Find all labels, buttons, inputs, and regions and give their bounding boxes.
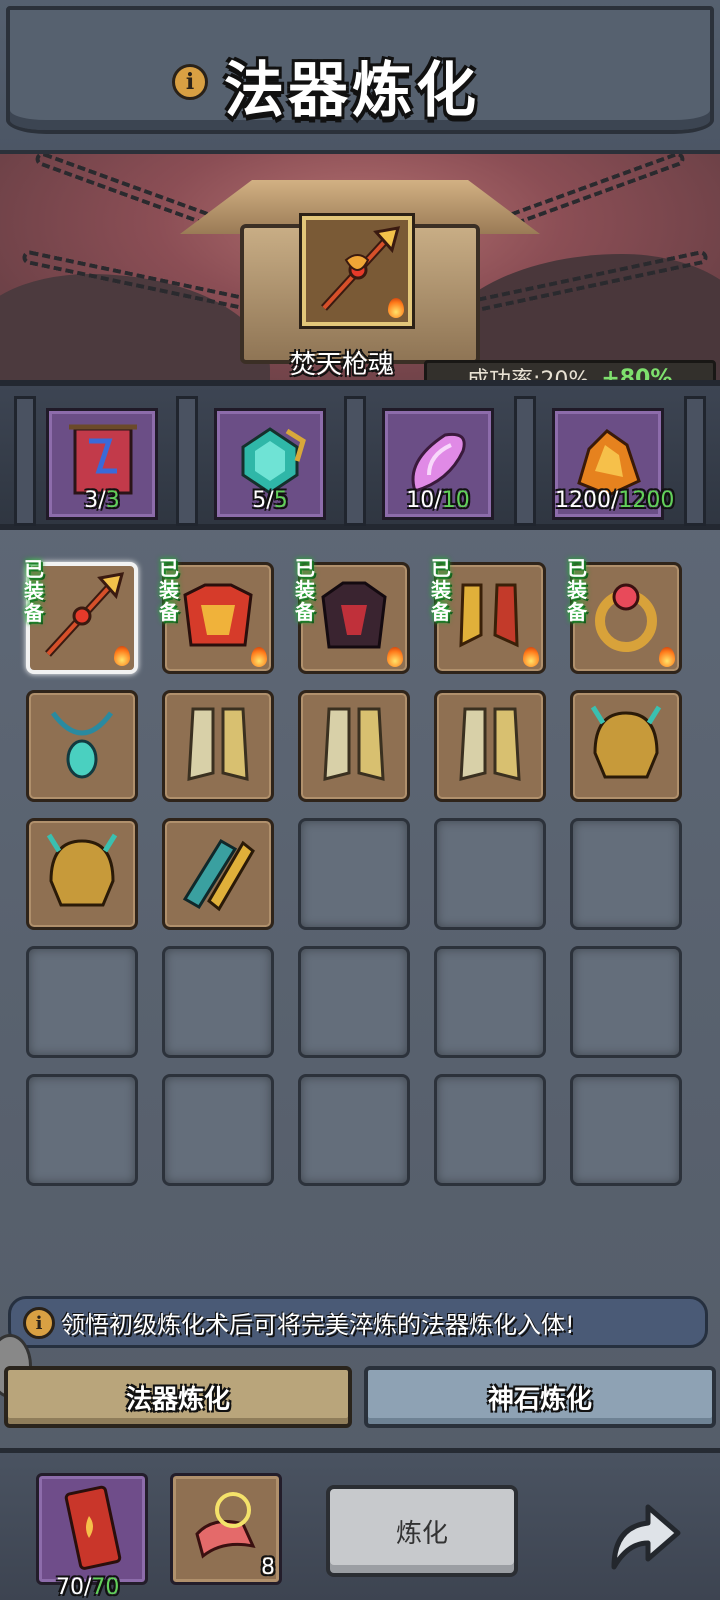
- bottom-bar: 70/70 8 炼化: [0, 1448, 720, 1600]
- fire-element-icon: [523, 647, 539, 667]
- helmet-icon: [590, 705, 662, 779]
- inventory-slot-empty[interactable]: [298, 946, 410, 1058]
- fire-element-icon: [251, 647, 267, 667]
- success-rate: 成功率:20% +80%: [424, 360, 716, 380]
- necklace-icon: [50, 711, 114, 779]
- talisman-icon: [64, 1485, 122, 1570]
- fire-element-icon: [114, 646, 130, 666]
- rock-decoration: [0, 274, 270, 380]
- success-rate-bonus: +80%: [601, 365, 673, 381]
- equipped-tag: 已装备: [159, 556, 179, 624]
- inventory-slot-empty[interactable]: [570, 1074, 682, 1186]
- pillar-decoration: [684, 396, 706, 526]
- inventory-slot-empty[interactable]: [570, 946, 682, 1058]
- tab-artifact-refine[interactable]: 法器炼化: [4, 1366, 352, 1428]
- header: i 法器炼化: [0, 0, 720, 150]
- refine-screen: i 法器炼化 焚天枪魂 成功率:20% +80%: [0, 0, 720, 1600]
- material-slot[interactable]: 3/3: [46, 408, 158, 520]
- refine-button[interactable]: 炼化: [326, 1485, 518, 1577]
- material-slot[interactable]: 5/5: [214, 408, 326, 520]
- chain-decoration: [493, 154, 687, 232]
- material-count: 3/3: [84, 488, 120, 513]
- inventory-slot-empty[interactable]: [434, 946, 546, 1058]
- page-title: 法器炼化: [224, 56, 480, 126]
- inventory-slot[interactable]: 已装备: [24, 558, 138, 674]
- inventory-slot[interactable]: [26, 818, 138, 930]
- inventory-slot[interactable]: 已装备: [295, 557, 410, 674]
- arrow-icon: [611, 1504, 681, 1570]
- inventory-slot[interactable]: [570, 690, 682, 802]
- tip-text: 领悟初级炼化术后可将完美淬炼的法器炼化入体!: [61, 1310, 575, 1339]
- greaves-icon: [187, 707, 249, 781]
- scroll-item-slot[interactable]: 8: [170, 1473, 282, 1585]
- inventory-slot[interactable]: 已装备: [431, 557, 546, 674]
- pillar-decoration: [344, 396, 366, 526]
- target-item-slot[interactable]: [302, 216, 412, 326]
- fire-element-icon: [388, 298, 404, 318]
- tip-bar: i 领悟初级炼化术后可将完美淬炼的法器炼化入体!: [8, 1296, 708, 1348]
- material-slot[interactable]: 1200/1200: [552, 408, 675, 520]
- charm-item-slot[interactable]: [36, 1473, 148, 1585]
- target-item-name: 焚天枪魂: [290, 350, 395, 380]
- inventory-slot[interactable]: 已装备: [159, 557, 274, 674]
- inventory-slot[interactable]: [162, 690, 274, 802]
- scroll-count: 8: [261, 1555, 275, 1580]
- material-slot[interactable]: 10/10: [382, 408, 494, 520]
- info-icon[interactable]: i: [172, 64, 208, 100]
- equipped-tag: 已装备: [24, 557, 44, 625]
- material-count: 5/5: [252, 488, 288, 513]
- pillar-decoration: [176, 396, 198, 526]
- inventory-slot-empty[interactable]: [434, 818, 546, 930]
- materials-row: 3/3 5/5 10/10 1200/1200: [0, 380, 720, 530]
- inventory-slot[interactable]: 已装备: [567, 557, 682, 674]
- inventory-slot-empty[interactable]: [298, 1074, 410, 1186]
- fire-element-icon: [387, 647, 403, 667]
- inventory-slot-empty[interactable]: [570, 818, 682, 930]
- equipped-tag: 已装备: [295, 556, 315, 624]
- material-count: 1200/1200: [555, 488, 675, 513]
- inventory-slot-empty[interactable]: [298, 818, 410, 930]
- share-arrow-button[interactable]: [600, 1493, 684, 1577]
- inventory-slot-empty[interactable]: [26, 1074, 138, 1186]
- inventory-slot-empty[interactable]: [162, 946, 274, 1058]
- pillar-decoration: [514, 396, 536, 526]
- inventory-slot-empty[interactable]: [434, 1074, 546, 1186]
- inventory-slot-empty[interactable]: [162, 1074, 274, 1186]
- scroll-blades-icon: [182, 838, 255, 912]
- greaves-icon: [323, 707, 385, 781]
- greaves-icon: [459, 707, 521, 781]
- inventory-slot-empty[interactable]: [26, 946, 138, 1058]
- material-count: 10/10: [406, 488, 470, 513]
- forge-banner: 焚天枪魂 成功率:20% +80%: [0, 150, 720, 380]
- inventory-slot[interactable]: [162, 818, 274, 930]
- chain-decoration: [33, 154, 227, 232]
- inventory-slot[interactable]: [434, 690, 546, 802]
- equipped-tag: 已装备: [567, 556, 587, 624]
- success-rate-label: 成功率:20%: [467, 362, 589, 380]
- info-icon[interactable]: i: [23, 1307, 55, 1339]
- helmet-icon: [46, 833, 118, 907]
- tab-stone-refine[interactable]: 神石炼化: [364, 1366, 716, 1428]
- inventory-slot[interactable]: [26, 690, 138, 802]
- pillar-decoration: [14, 396, 36, 526]
- inventory-slot[interactable]: [298, 690, 410, 802]
- equipped-tag: 已装备: [431, 556, 451, 624]
- charm-count: 70/70: [56, 1575, 120, 1600]
- fire-element-icon: [659, 647, 675, 667]
